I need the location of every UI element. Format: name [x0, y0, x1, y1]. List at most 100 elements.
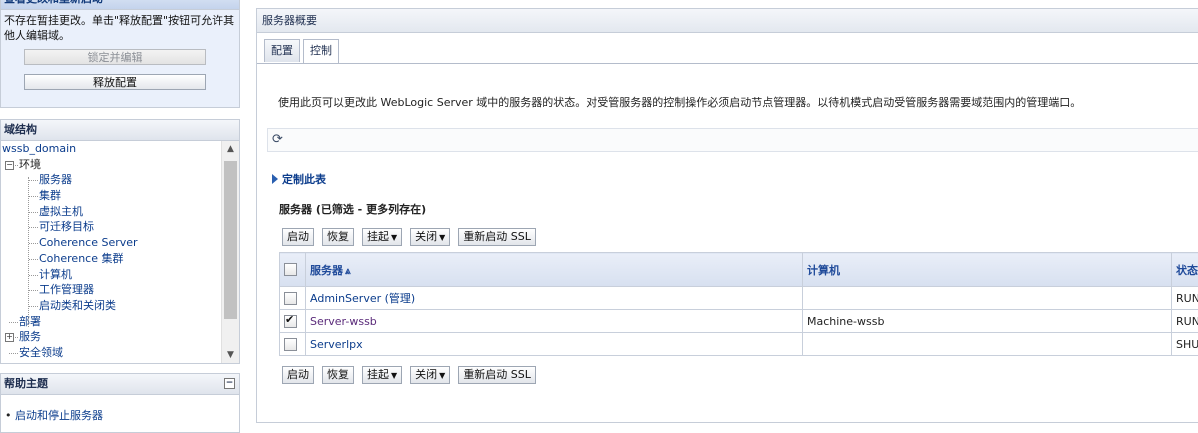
- table-toolbar-bottom: 启动 恢复 挂起▼ 关闭▼ 重新启动 SSL: [282, 366, 544, 384]
- start-button[interactable]: 启动: [282, 228, 314, 246]
- customize-table-link[interactable]: 定制此表: [272, 171, 326, 187]
- machine-cell: [803, 287, 1172, 310]
- row-select-cell: [280, 287, 306, 310]
- resume-button[interactable]: 恢复: [322, 228, 354, 246]
- column-server-label: 服务器: [310, 264, 343, 277]
- expand-icon[interactable]: +: [5, 333, 14, 342]
- row-checkbox[interactable]: [284, 338, 297, 351]
- server-link[interactable]: AdminServer (管理): [310, 292, 415, 305]
- domain-structure-panel: 域结构 wssb_domain − 环境 服务器 集群 虚拟主机 可迁移目标 C…: [0, 119, 240, 364]
- sort-ascending-icon[interactable]: ⩓: [345, 266, 351, 277]
- shutdown-label: 关闭: [415, 230, 437, 243]
- release-configuration-button[interactable]: 释放配置: [24, 74, 206, 90]
- state-cell: RUNI: [1172, 310, 1198, 333]
- tab-control[interactable]: 控制: [303, 39, 339, 64]
- resume-button[interactable]: 恢复: [322, 366, 354, 384]
- scroll-up-icon[interactable]: ▲: [222, 141, 239, 157]
- help-topics-title-text: 帮助主题: [4, 377, 48, 390]
- row-checkbox[interactable]: [284, 292, 297, 305]
- shutdown-label: 关闭: [415, 368, 437, 381]
- shutdown-button[interactable]: 关闭▼: [410, 366, 450, 384]
- page-title: 服务器概要: [257, 9, 1198, 33]
- table-title: 服务器 (已筛选 - 更多列存在): [279, 201, 426, 217]
- restart-ssl-button[interactable]: 重新启动 SSL: [458, 228, 536, 246]
- scroll-thumb[interactable]: [224, 161, 237, 319]
- help-item[interactable]: • 启动和停止服务器: [1, 395, 239, 423]
- help-topics-title: 帮助主题 −: [1, 374, 239, 395]
- tree-item-virtual-hosts[interactable]: 虚拟主机: [1, 204, 221, 220]
- server-cell: Server-wssb: [306, 310, 803, 333]
- tree-item-deployments[interactable]: 部署: [1, 314, 221, 330]
- change-center-message: 不存在暂挂更改。单击"释放配置"按钮可允许其他人编辑域。: [1, 10, 239, 43]
- machine-cell: [803, 333, 1172, 356]
- tab-configuration[interactable]: 配置: [264, 39, 300, 62]
- tree-item-services[interactable]: + 服务: [1, 329, 221, 345]
- suspend-button[interactable]: 挂起▼: [362, 366, 402, 384]
- state-cell: SHUT: [1172, 333, 1198, 356]
- row-checkbox[interactable]: [284, 315, 297, 328]
- server-cell: AdminServer (管理): [306, 287, 803, 310]
- suspend-label: 挂起: [367, 230, 389, 243]
- select-all-cell: [280, 253, 306, 287]
- suspend-button[interactable]: 挂起▼: [362, 228, 402, 246]
- left-column: 查看更改和重新启动 不存在暂挂更改。单击"释放配置"按钮可允许其他人编辑域。 锁…: [0, 0, 242, 429]
- server-cell: Serverlpx: [306, 333, 803, 356]
- scroll-down-icon[interactable]: ▼: [222, 347, 239, 363]
- help-topics-panel: 帮助主题 − • 启动和停止服务器: [0, 373, 240, 433]
- intro-text: 使用此页可以更改此 WebLogic Server 域中的服务器的状态。对受管服…: [278, 94, 1081, 110]
- collapse-panel-icon[interactable]: −: [224, 378, 235, 389]
- customize-table-label: 定制此表: [282, 173, 326, 186]
- state-cell: RUNI: [1172, 287, 1198, 310]
- refresh-bar: ⟳: [267, 128, 1198, 152]
- table-row: Serverlpx SHUT: [280, 333, 1198, 356]
- column-header-machine[interactable]: 计算机: [803, 253, 1172, 287]
- server-link[interactable]: Server-wssb: [310, 315, 377, 328]
- tree-item-work-managers[interactable]: 工作管理器: [1, 282, 221, 298]
- tree-item-services-label: 服务: [19, 330, 41, 343]
- tree-item-machines[interactable]: 计算机: [1, 267, 221, 283]
- chevron-down-icon: ▼: [391, 371, 397, 380]
- tree-item-clusters[interactable]: 集群: [1, 188, 221, 204]
- expand-triangle-icon: [272, 174, 278, 184]
- start-button[interactable]: 启动: [282, 366, 314, 384]
- tree-item-migratable-targets[interactable]: 可迁移目标: [1, 219, 221, 235]
- tree-item-environment[interactable]: − 环境: [1, 157, 221, 173]
- table-row: Server-wssb Machine-wssb RUNI: [280, 310, 1198, 333]
- table-header-row: 服务器⩓ 计算机 状态: [280, 253, 1198, 287]
- shutdown-button[interactable]: 关闭▼: [410, 228, 450, 246]
- tree-item-coherence-server[interactable]: Coherence Server: [1, 235, 221, 251]
- change-center-title: 查看更改和重新启动: [1, 0, 239, 10]
- domain-structure-title: 域结构: [1, 120, 239, 141]
- help-link-start-stop[interactable]: 启动和停止服务器: [15, 409, 103, 422]
- machine-cell: Machine-wssb: [803, 310, 1172, 333]
- server-link[interactable]: Serverlpx: [310, 338, 363, 351]
- tree-item-servers[interactable]: 服务器: [1, 172, 221, 188]
- tree-item-startup-shutdown[interactable]: 启动类和关闭类: [1, 298, 221, 314]
- table-toolbar-top: 启动 恢复 挂起▼ 关闭▼ 重新启动 SSL: [282, 228, 544, 246]
- tab-bar: 配置 控制: [264, 39, 342, 63]
- row-select-cell: [280, 310, 306, 333]
- tree-guide-line: [28, 177, 29, 327]
- chevron-down-icon: ▼: [391, 233, 397, 242]
- lock-and-edit-button[interactable]: 锁定并编辑: [24, 49, 206, 65]
- column-header-server[interactable]: 服务器⩓: [306, 253, 803, 287]
- collapse-icon[interactable]: −: [5, 161, 14, 170]
- tab-divider: [257, 63, 1198, 64]
- select-all-checkbox[interactable]: [284, 263, 297, 276]
- tree-item-coherence-cluster[interactable]: Coherence 集群: [1, 251, 221, 267]
- servers-table: 服务器⩓ 计算机 状态 AdminServer (管理) RUNI Server…: [279, 252, 1198, 356]
- tree-item-environment-label: 环境: [19, 158, 41, 171]
- tree-item-domain[interactable]: wssb_domain: [1, 141, 221, 157]
- row-select-cell: [280, 333, 306, 356]
- domain-tree: wssb_domain − 环境 服务器 集群 虚拟主机 可迁移目标 Coher…: [1, 141, 221, 363]
- change-center-panel: 查看更改和重新启动 不存在暂挂更改。单击"释放配置"按钮可允许其他人编辑域。 锁…: [0, 0, 240, 108]
- server-summary-panel: 服务器概要 配置 控制 使用此页可以更改此 WebLogic Server 域中…: [256, 8, 1198, 423]
- suspend-label: 挂起: [367, 368, 389, 381]
- refresh-icon[interactable]: ⟳: [272, 132, 283, 147]
- table-row: AdminServer (管理) RUNI: [280, 287, 1198, 310]
- tree-item-security-realms[interactable]: 安全领域: [1, 345, 221, 361]
- column-header-state[interactable]: 状态: [1172, 253, 1198, 287]
- restart-ssl-button[interactable]: 重新启动 SSL: [458, 366, 536, 384]
- chevron-down-icon: ▼: [439, 371, 445, 380]
- tree-scrollbar[interactable]: ▲ ▼: [221, 141, 239, 363]
